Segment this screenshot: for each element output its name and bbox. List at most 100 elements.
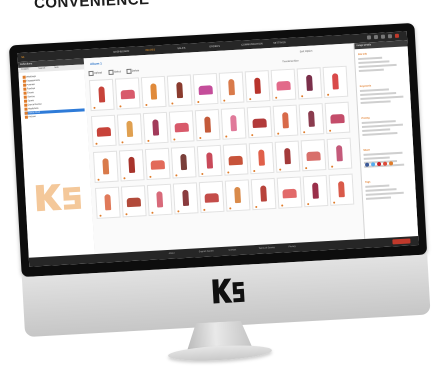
nav-item-sales[interactable]: SALES — [177, 47, 185, 50]
image-thumbnail[interactable] — [140, 75, 167, 109]
image-thumbnail[interactable] — [166, 74, 193, 107]
sidebar-item[interactable]: Events — [23, 91, 34, 95]
select-checkbox[interactable] — [248, 97, 251, 100]
sidebar-tab-sets[interactable]: Sets — [54, 67, 58, 69]
image-thumbnail[interactable] — [246, 106, 273, 139]
image-thumbnail[interactable] — [224, 179, 251, 212]
sidebar-item[interactable]: Archive — [24, 115, 36, 119]
sidebar-item[interactable]: Dance Recital — [24, 103, 41, 107]
select-checkbox[interactable] — [198, 136, 201, 139]
select-checkbox[interactable] — [332, 201, 335, 204]
image-thumbnail[interactable] — [88, 78, 115, 112]
select-checkbox[interactable] — [94, 142, 98, 145]
image-thumbnail[interactable] — [116, 113, 143, 146]
select-checkbox[interactable] — [92, 106, 96, 109]
select-checkbox[interactable] — [306, 202, 309, 205]
select-checkbox[interactable] — [122, 176, 126, 179]
image-thumbnail[interactable] — [222, 143, 249, 176]
delete-button[interactable]: Delete — [126, 68, 139, 74]
footer-link[interactable]: About — [169, 253, 175, 255]
select-checkbox[interactable] — [144, 103, 147, 106]
image-thumbnail[interactable] — [146, 183, 173, 217]
footer-link[interactable]: Contact — [229, 249, 237, 251]
sort-dropdown[interactable]: Sort Option — [300, 50, 313, 54]
select-checkbox[interactable] — [120, 140, 124, 143]
nav-item-dashboard[interactable]: DASHBOARD — [113, 50, 129, 54]
select-checkbox[interactable] — [276, 132, 279, 135]
image-thumbnail[interactable] — [94, 186, 121, 219]
image-thumbnail[interactable] — [272, 104, 299, 137]
image-thumbnail[interactable] — [192, 72, 219, 106]
image-thumbnail[interactable] — [144, 147, 171, 181]
image-thumbnail[interactable] — [250, 177, 277, 211]
image-thumbnail[interactable] — [218, 71, 245, 104]
select-checkbox[interactable] — [176, 209, 179, 212]
sidebar-tab-search[interactable]: Search — [38, 68, 45, 70]
select-checkbox[interactable] — [252, 169, 255, 172]
image-thumbnail[interactable] — [120, 185, 147, 218]
select-checkbox[interactable] — [98, 214, 102, 217]
select-checkbox[interactable] — [148, 175, 151, 178]
select-checkbox[interactable] — [278, 168, 281, 171]
image-thumbnail[interactable] — [296, 67, 323, 100]
image-thumbnail[interactable] — [270, 68, 297, 101]
select-checkbox[interactable] — [124, 212, 128, 215]
select-checkbox[interactable] — [172, 137, 175, 141]
image-thumbnail[interactable] — [244, 70, 271, 103]
image-thumbnail[interactable] — [220, 107, 247, 140]
logout-icon[interactable] — [394, 33, 400, 38]
image-thumbnail[interactable] — [322, 65, 349, 99]
image-thumbnail[interactable] — [194, 108, 221, 142]
image-thumbnail[interactable] — [326, 137, 353, 170]
select-checkbox[interactable] — [200, 172, 203, 175]
select-checkbox[interactable] — [330, 165, 333, 168]
select-checkbox[interactable] — [224, 135, 227, 138]
select-checkbox[interactable] — [326, 93, 329, 96]
select-checkbox[interactable] — [96, 178, 100, 181]
select-checkbox[interactable] — [274, 96, 277, 99]
select-checkbox[interactable] — [146, 139, 149, 142]
select-checkbox[interactable] — [222, 99, 225, 102]
select-checkbox[interactable] — [302, 130, 305, 133]
select-checkbox[interactable] — [226, 170, 229, 174]
image-thumbnail[interactable] — [248, 141, 275, 175]
select-checkbox[interactable] — [174, 173, 177, 176]
notification-icon[interactable] — [366, 35, 372, 40]
image-thumbnail[interactable] — [328, 173, 355, 206]
brand-mark[interactable]: ks — [21, 56, 24, 59]
nav-item-orders[interactable]: ORDERS — [209, 45, 220, 49]
select-checkbox[interactable] — [304, 166, 307, 169]
sidebar-item[interactable]: Engagements — [22, 79, 40, 83]
image-thumbnail[interactable] — [170, 146, 197, 179]
nav-item-communication[interactable]: COMMUNICATION — [241, 42, 263, 46]
footer-link[interactable]: Terms of Service — [259, 247, 275, 250]
footer-link[interactable]: Privacy — [289, 246, 296, 248]
sidebar-item[interactable]: Sports — [23, 99, 34, 103]
image-thumbnail[interactable] — [276, 176, 303, 209]
sidebar-tab-folders[interactable]: Folders — [21, 68, 28, 70]
select-checkbox[interactable] — [170, 101, 173, 105]
image-thumbnail[interactable] — [302, 175, 329, 208]
nav-item-images[interactable]: IMAGES — [145, 48, 155, 52]
select-checkbox[interactable] — [202, 208, 205, 211]
select-checkbox[interactable] — [328, 129, 331, 132]
nav-item-settings[interactable]: SETTINGS — [273, 41, 286, 45]
select-checkbox[interactable] — [118, 104, 121, 107]
image-thumbnail[interactable] — [92, 150, 119, 183]
select-checkbox[interactable] — [280, 204, 283, 207]
select-button[interactable]: Select — [108, 69, 121, 75]
select-checkbox[interactable] — [300, 94, 303, 97]
footer-link[interactable]: Support Center — [199, 250, 214, 253]
select-checkbox[interactable] — [196, 100, 199, 103]
select-checkbox[interactable] — [150, 211, 153, 214]
select-checkbox[interactable] — [250, 133, 253, 136]
image-thumbnail[interactable] — [142, 111, 169, 145]
user-icon[interactable] — [373, 34, 379, 40]
image-thumbnail[interactable] — [172, 182, 199, 215]
image-thumbnail[interactable] — [298, 103, 325, 136]
image-thumbnail[interactable] — [300, 139, 327, 172]
image-thumbnail[interactable] — [118, 149, 145, 182]
select-checkbox[interactable] — [228, 206, 231, 210]
image-thumbnail[interactable] — [198, 180, 225, 214]
image-thumbnail[interactable] — [90, 114, 117, 148]
